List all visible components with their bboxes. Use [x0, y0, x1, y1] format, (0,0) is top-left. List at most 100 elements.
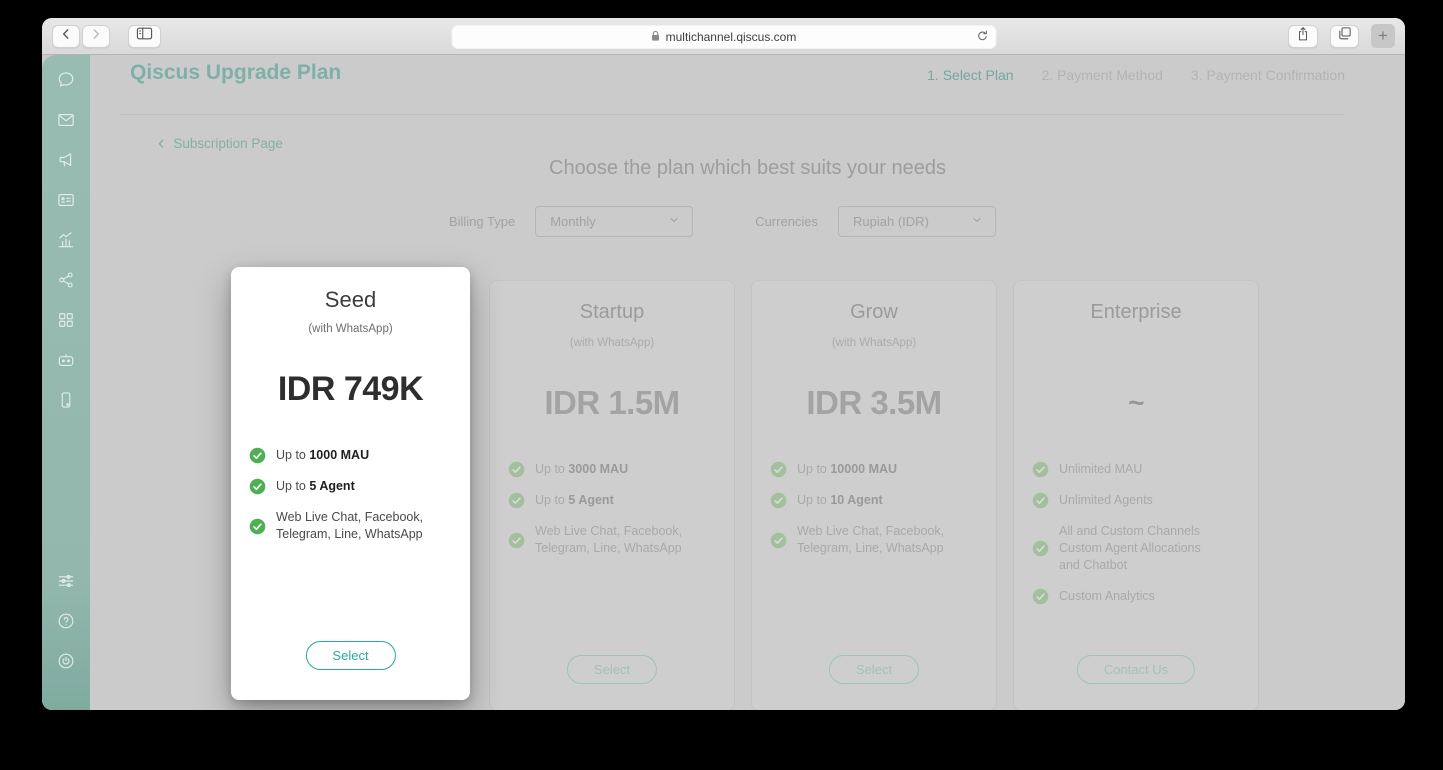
forward-button[interactable] — [82, 24, 110, 48]
address-bar[interactable]: multichannel.qiscus.com — [451, 25, 996, 49]
check-icon — [508, 492, 525, 509]
check-icon — [1032, 492, 1049, 509]
plan-subtitle: (with WhatsApp) — [308, 323, 393, 335]
plan-card-seed: Seed (with WhatsApp) IDR 749K Up to 1000… — [231, 267, 470, 700]
share-icon — [1296, 26, 1310, 47]
sidebar-toggle-button[interactable] — [128, 24, 161, 48]
contact-us-button[interactable]: Contact Us — [1076, 655, 1196, 684]
check-icon — [508, 532, 525, 549]
plan-subtitle — [1014, 337, 1258, 353]
plan-title: Grow — [850, 301, 898, 323]
plan-features: Unlimited MAU Unlimited Agents All and C… — [1014, 461, 1258, 605]
plan-feature: Up to 1000 MAU — [249, 447, 452, 464]
upgrade-plan-page: Qiscus Upgrade Plan 1. Select Plan 2. Pa… — [90, 55, 1405, 710]
page-content: Qiscus Upgrade Plan 1. Select Plan 2. Pa… — [42, 55, 1405, 710]
plan-filters: Billing Type Monthly Currencies Rupiah (… — [90, 206, 1355, 237]
plan-title: Enterprise — [1090, 301, 1182, 323]
plan-price: IDR 1.5M — [544, 384, 680, 421]
billing-type-select[interactable]: Monthly — [535, 206, 694, 237]
back-link-label: Subscription Page — [173, 136, 283, 151]
megaphone-icon[interactable] — [55, 149, 77, 171]
plan-subtitle: (with WhatsApp) — [831, 337, 917, 349]
plan-card-grow: Grow (with WhatsApp) IDR 3.5M Up to 1000… — [751, 280, 997, 710]
address-url: multichannel.qiscus.com — [665, 30, 797, 44]
plan-feature: Web Live Chat, Facebook, Telegram, Line,… — [508, 523, 716, 557]
check-icon — [249, 447, 266, 464]
plan-feature: Up to 3000 MAU — [508, 461, 716, 478]
tabs-icon — [1337, 26, 1352, 46]
check-icon — [249, 518, 266, 535]
plan-feature: Web Live Chat, Facebook, Telegram, Line,… — [249, 509, 452, 543]
plan-feature: Up to 10 Agent — [770, 492, 978, 509]
plan-card-startup: Startup (with WhatsApp) IDR 1.5M Up to 3… — [489, 280, 735, 710]
check-icon — [770, 532, 787, 549]
step-payment-confirmation: 3. Payment Confirmation — [1190, 67, 1345, 83]
check-icon — [770, 492, 787, 509]
check-icon — [1032, 540, 1049, 557]
plan-feature: Up to 5 Agent — [249, 478, 452, 495]
subscription-page-link[interactable]: ‹ Subscription Page — [158, 133, 283, 154]
plan-feature: All and Custom Channels Custom Agent All… — [1032, 523, 1240, 574]
billing-type-label: Billing Type — [448, 214, 516, 229]
mail-icon[interactable] — [55, 109, 77, 131]
check-icon — [508, 461, 525, 478]
plan-subtitle: (with WhatsApp) — [569, 337, 655, 349]
refresh-icon[interactable] — [975, 29, 989, 46]
currencies-value: Rupiah (IDR) — [853, 214, 929, 229]
share-nodes-icon[interactable] — [55, 269, 77, 291]
step-payment-method: 2. Payment Method — [1041, 67, 1163, 83]
select-startup-button[interactable]: Select — [566, 655, 658, 684]
lock-icon — [651, 30, 661, 45]
plan-price: ~ — [1128, 387, 1144, 418]
plan-feature: Up to 10000 MAU — [770, 461, 978, 478]
wizard-steps: 1. Select Plan 2. Payment Method 3. Paym… — [927, 67, 1345, 83]
currencies-select[interactable]: Rupiah (IDR) — [838, 206, 997, 237]
new-tab-button[interactable]: + — [1371, 24, 1395, 48]
forward-icon — [89, 27, 103, 46]
page-title: Qiscus Upgrade Plan — [130, 61, 342, 84]
header-divider — [120, 114, 1345, 115]
chevron-down-icon — [971, 214, 983, 229]
share-button[interactable] — [1288, 24, 1318, 48]
tabs-overview-button[interactable] — [1330, 24, 1359, 48]
plan-features: Up to 10000 MAU Up to 10 Agent Web Live … — [752, 461, 996, 557]
back-icon — [59, 27, 73, 46]
plan-title: Startup — [579, 301, 645, 323]
back-button[interactable] — [52, 24, 80, 48]
plans-heading: Choose the plan which best suits your ne… — [549, 157, 946, 179]
step-select-plan: 1. Select Plan — [927, 67, 1014, 83]
mobile-icon[interactable] — [55, 389, 77, 411]
integrations-icon[interactable] — [55, 570, 77, 592]
plan-feature: Unlimited Agents — [1032, 492, 1240, 509]
select-grow-button[interactable]: Select — [828, 655, 920, 684]
check-icon — [770, 461, 787, 478]
app-grid-icon[interactable] — [55, 309, 77, 331]
plan-feature: Custom Analytics — [1032, 588, 1240, 605]
plan-title: Seed — [324, 287, 377, 312]
plan-price: IDR 3.5M — [806, 384, 942, 421]
check-icon — [1032, 461, 1049, 478]
plan-card-enterprise: Enterprise ~ Unlimited MAU Unlimited Age… — [1013, 280, 1259, 710]
plan-feature: Web Live Chat, Facebook, Telegram, Line,… — [770, 523, 978, 557]
browser-toolbar: multichannel.qiscus.com + — [42, 18, 1405, 55]
plan-feature: Unlimited MAU — [1032, 461, 1240, 478]
plan-features: Up to 1000 MAU Up to 5 Agent Web Live Ch… — [231, 447, 470, 543]
plan-price: IDR 749K — [277, 370, 424, 408]
bot-icon[interactable] — [55, 349, 77, 371]
plan-features: Up to 3000 MAU Up to 5 Agent Web Live Ch… — [490, 461, 734, 557]
help-icon[interactable] — [55, 610, 77, 632]
sidebar-toggle-icon — [136, 26, 153, 46]
select-seed-button[interactable]: Select — [305, 641, 396, 670]
chat-icon[interactable] — [55, 69, 77, 91]
chevron-down-icon — [668, 214, 680, 229]
chevron-left-icon: ‹ — [158, 133, 165, 154]
analytics-icon[interactable] — [55, 229, 77, 251]
check-icon — [1032, 588, 1049, 605]
browser-window: multichannel.qiscus.com + Qiscus Upgrade… — [42, 18, 1405, 710]
contact-card-icon[interactable] — [55, 189, 77, 211]
plus-icon: + — [1378, 26, 1388, 45]
check-icon — [249, 478, 266, 495]
app-sidebar — [42, 55, 90, 710]
power-icon[interactable] — [55, 650, 77, 672]
currencies-label: Currencies — [755, 214, 819, 229]
